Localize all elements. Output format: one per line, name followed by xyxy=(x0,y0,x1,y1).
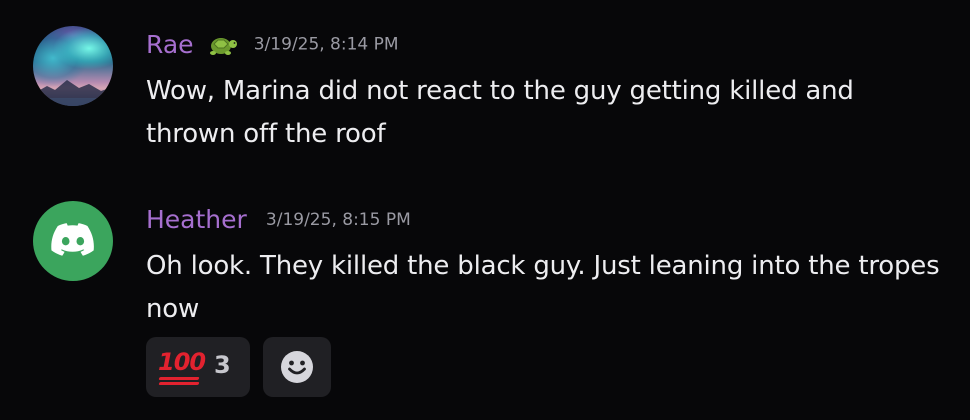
timestamp: 3/19/25, 8:15 PM xyxy=(265,209,411,230)
message-text: Oh look. They killed the black guy. Just… xyxy=(146,251,940,324)
avatar-heather[interactable] xyxy=(33,201,113,281)
turtle-icon xyxy=(209,37,237,55)
timestamp: 3/19/25, 8:14 PM xyxy=(253,34,399,55)
hundred-underline xyxy=(158,377,200,380)
reaction-count: 3 xyxy=(214,351,231,379)
username-rae[interactable]: Rae xyxy=(146,30,194,59)
discord-logo-icon xyxy=(51,223,94,256)
hundred-points-icon: 100 xyxy=(158,348,206,376)
message-header: Rae 3/19/25, 8:14 PM xyxy=(146,30,399,64)
reaction-bar: 100 3 xyxy=(146,337,339,397)
reaction-hundred-points[interactable]: 100 3 xyxy=(146,337,250,397)
add-reaction-button[interactable] xyxy=(263,337,332,397)
message-text: Wow, Marina did not react to the guy get… xyxy=(146,76,854,149)
username-heather[interactable]: Heather xyxy=(146,205,247,234)
hundred-underline xyxy=(158,382,200,385)
mountain-landscape-icon xyxy=(33,80,113,106)
avatar-rae[interactable] xyxy=(33,26,113,106)
smiley-icon xyxy=(281,351,314,383)
message-header: Heather 3/19/25, 8:15 PM xyxy=(146,205,411,239)
